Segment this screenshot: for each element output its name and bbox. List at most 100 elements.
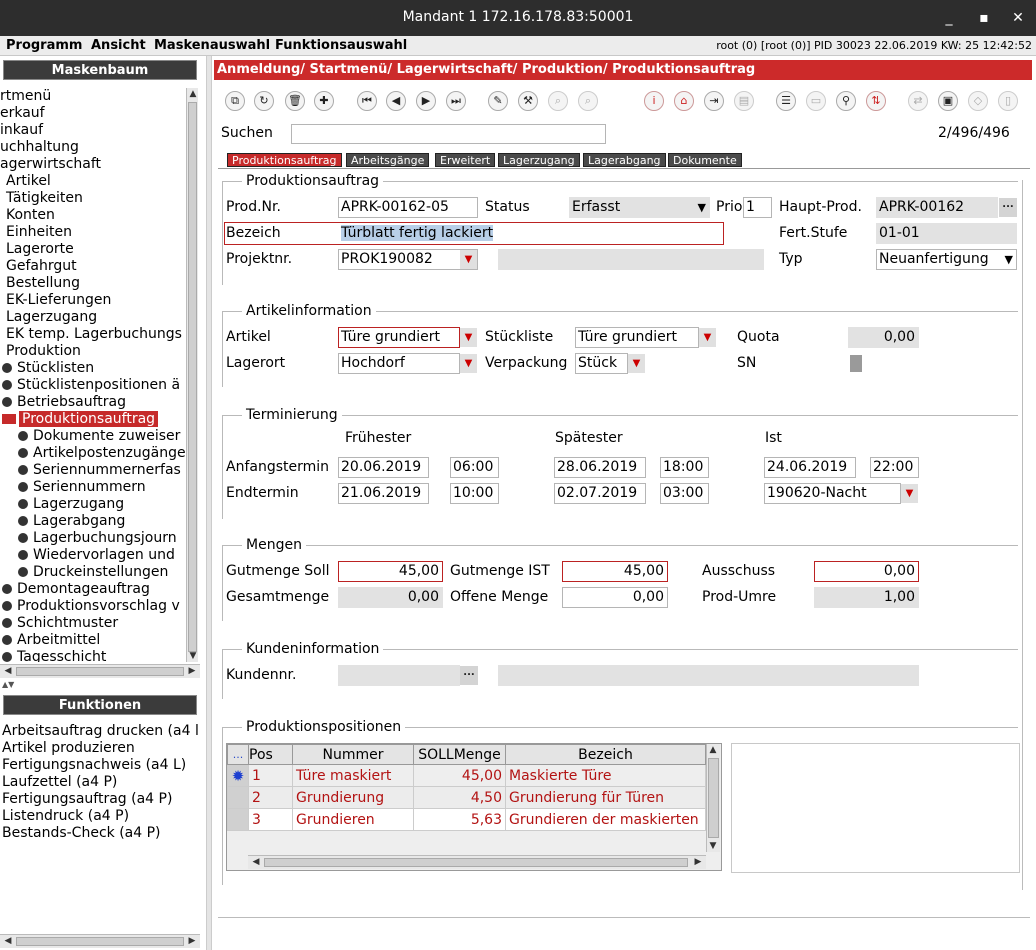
gutmenge-ist-field[interactable]: 45,00: [562, 561, 668, 582]
anf-ist-date[interactable]: 24.06.2019: [764, 457, 856, 478]
add-icon[interactable]: ✚: [314, 91, 334, 111]
maskenbaum-tree[interactable]: rtmenü erkauf inkauf uchhaltung agerwirtscha…: [0, 88, 186, 662]
list-icon[interactable]: ☰: [776, 91, 796, 111]
menu-funktionsauswahl[interactable]: Funktionsauswahl: [275, 38, 407, 53]
projektnr-field[interactable]: PROK190082: [338, 249, 478, 270]
close-button[interactable]: ✕: [1007, 8, 1029, 28]
row-selector-header[interactable]: ...: [227, 744, 249, 765]
verpackung-dropdown-icon[interactable]: ▼: [628, 354, 645, 373]
end-ist-dropdown-icon[interactable]: ▼: [901, 484, 918, 503]
artikel-field[interactable]: Türe grundiert: [338, 327, 460, 348]
hauptprod-field[interactable]: APRK-00162: [876, 197, 998, 218]
cell-nummer[interactable]: Grundieren: [292, 808, 414, 831]
hscroll-thumb[interactable]: [16, 937, 184, 946]
ausschuss-field[interactable]: 0,00: [814, 561, 919, 582]
cell-bezeich[interactable]: Maskierte Türe: [505, 764, 706, 787]
anf-frueh-time[interactable]: 06:00: [450, 457, 499, 478]
row-selector[interactable]: [227, 808, 249, 831]
maximize-button[interactable]: ▪: [973, 8, 995, 28]
col-nummer-header[interactable]: Nummer: [292, 744, 414, 765]
cell-sollmenge[interactable]: 45,00: [413, 764, 506, 787]
menu-maskenauswahl[interactable]: Maskenauswahl: [154, 38, 270, 53]
tree-item[interactable]: Stücklistenpositionen ä: [2, 377, 180, 394]
next-record-icon[interactable]: ▶: [416, 91, 436, 111]
tree-item[interactable]: Druckeinstellungen: [18, 564, 168, 581]
refresh-icon[interactable]: ↻: [254, 91, 274, 111]
tab-arbeitsgaenge[interactable]: Arbeitsgänge: [346, 153, 430, 167]
menu-ansicht[interactable]: Ansicht: [91, 38, 146, 53]
scroll-left-icon[interactable]: ◀: [2, 665, 14, 677]
tree-item[interactable]: inkauf: [0, 122, 43, 139]
tab-produktionsauftrag[interactable]: Produktionsauftrag: [227, 153, 342, 167]
cell-sollmenge[interactable]: 5,63: [413, 808, 506, 831]
tree-item[interactable]: Schichtmuster: [2, 615, 118, 632]
hscroll-thumb[interactable]: [16, 667, 184, 676]
col-sollmenge-header[interactable]: SOLLMenge: [413, 744, 506, 765]
tree-item[interactable]: Lagerbuchungsjourn: [18, 530, 177, 547]
scroll-thumb[interactable]: [708, 758, 719, 838]
table-vscrollbar[interactable]: ▲ ▼: [706, 744, 720, 852]
last-record-icon[interactable]: ⏭: [446, 91, 466, 111]
tree-item[interactable]: rtmenü: [0, 88, 51, 105]
magnifier-icon[interactable]: ⚲: [836, 91, 856, 111]
tree-item[interactable]: Lagerabgang: [18, 513, 125, 530]
function-item[interactable]: Fertigungsauftrag (a4 P): [2, 791, 172, 807]
tree-item[interactable]: Gefahrgut: [6, 258, 77, 275]
scroll-left-icon[interactable]: ◀: [250, 856, 262, 868]
splitter-handle[interactable]: ▲▼: [0, 680, 200, 690]
lagerort-dropdown-icon[interactable]: ▼: [460, 354, 477, 373]
prodnr-field[interactable]: APRK-00162-05: [338, 197, 478, 218]
tree-scrollbar[interactable]: ▲ ▼: [186, 88, 198, 662]
function-item[interactable]: Fertigungsnachweis (a4 L): [2, 757, 186, 773]
anf-spaet-time[interactable]: 18:00: [660, 457, 709, 478]
delete-icon[interactable]: 🗑: [285, 91, 305, 111]
fertstufe-field[interactable]: 01-01: [876, 223, 1017, 244]
edit-icon[interactable]: ✎: [488, 91, 508, 111]
sort-icon[interactable]: ⇅: [866, 91, 886, 111]
tree-item[interactable]: Lagerzugang: [6, 309, 97, 326]
lagerort-field[interactable]: Hochdorf: [338, 353, 460, 374]
tab-erweitert[interactable]: Erweitert: [435, 153, 496, 167]
row-selector[interactable]: [227, 786, 249, 809]
tree-item[interactable]: Dokumente zuweiser: [18, 428, 180, 445]
status-select[interactable]: Erfasst ▼: [569, 197, 710, 218]
cell-pos[interactable]: 3: [248, 808, 293, 831]
tab-lagerabgang[interactable]: Lagerabgang: [583, 153, 666, 167]
function-item[interactable]: Listendruck (a4 P): [2, 808, 129, 824]
sn-checkbox[interactable]: [850, 355, 862, 372]
cell-pos[interactable]: 1: [248, 764, 293, 787]
tree-item[interactable]: Arbeitmittel: [2, 632, 100, 649]
search-input[interactable]: [291, 124, 606, 144]
table-row[interactable]: 2 Grundierung 4,50 Grundierung für Türen: [227, 786, 706, 809]
col-bezeich-header[interactable]: Bezeich: [505, 744, 706, 765]
tree-item[interactable]: Produktion: [6, 343, 81, 360]
offene-menge-field[interactable]: 0,00: [562, 587, 668, 608]
tree-item[interactable]: EK temp. Lagerbuchungs: [6, 326, 182, 343]
tree-item[interactable]: Demontageauftrag: [2, 581, 150, 598]
bezeich-field[interactable]: Türblatt fertig lackiert: [338, 223, 722, 244]
tree-item[interactable]: Produktionsvorschlag v: [2, 598, 180, 615]
kundennr-lookup-button[interactable]: ...: [460, 666, 478, 685]
tree-item[interactable]: Betriebsauftrag: [2, 394, 126, 411]
tree-item[interactable]: Tätigkeiten: [6, 190, 83, 207]
tree-item[interactable]: agerwirtschaft: [0, 156, 101, 173]
scroll-right-icon[interactable]: ▶: [186, 935, 198, 947]
tree-item[interactable]: Lagerorte: [6, 241, 74, 258]
scroll-thumb[interactable]: [188, 102, 197, 652]
function-item[interactable]: Arbeitsauftrag drucken (a4 l: [2, 723, 199, 739]
cell-bezeich[interactable]: Grundieren der maskierten: [505, 808, 706, 831]
hauptprod-lookup-button[interactable]: ...: [999, 198, 1017, 217]
tree-item[interactable]: Bestellung: [6, 275, 80, 292]
new-window-icon[interactable]: ⧉: [225, 91, 245, 111]
end-ist-schicht[interactable]: 190620-Nacht: [764, 483, 901, 504]
end-spaet-date[interactable]: 02.07.2019: [554, 483, 646, 504]
function-item[interactable]: Laufzettel (a4 P): [2, 774, 117, 790]
hscroll-thumb[interactable]: [264, 858, 688, 867]
tab-dokumente[interactable]: Dokumente: [668, 153, 742, 167]
gesamtmenge-field[interactable]: 0,00: [338, 587, 443, 608]
cell-sollmenge[interactable]: 4,50: [413, 786, 506, 809]
scroll-right-icon[interactable]: ▶: [186, 665, 198, 677]
tree-item[interactable]: Tagesschicht: [2, 649, 106, 662]
quota-field[interactable]: 0,00: [848, 327, 919, 348]
artikel-dropdown-icon[interactable]: ▼: [460, 328, 477, 347]
